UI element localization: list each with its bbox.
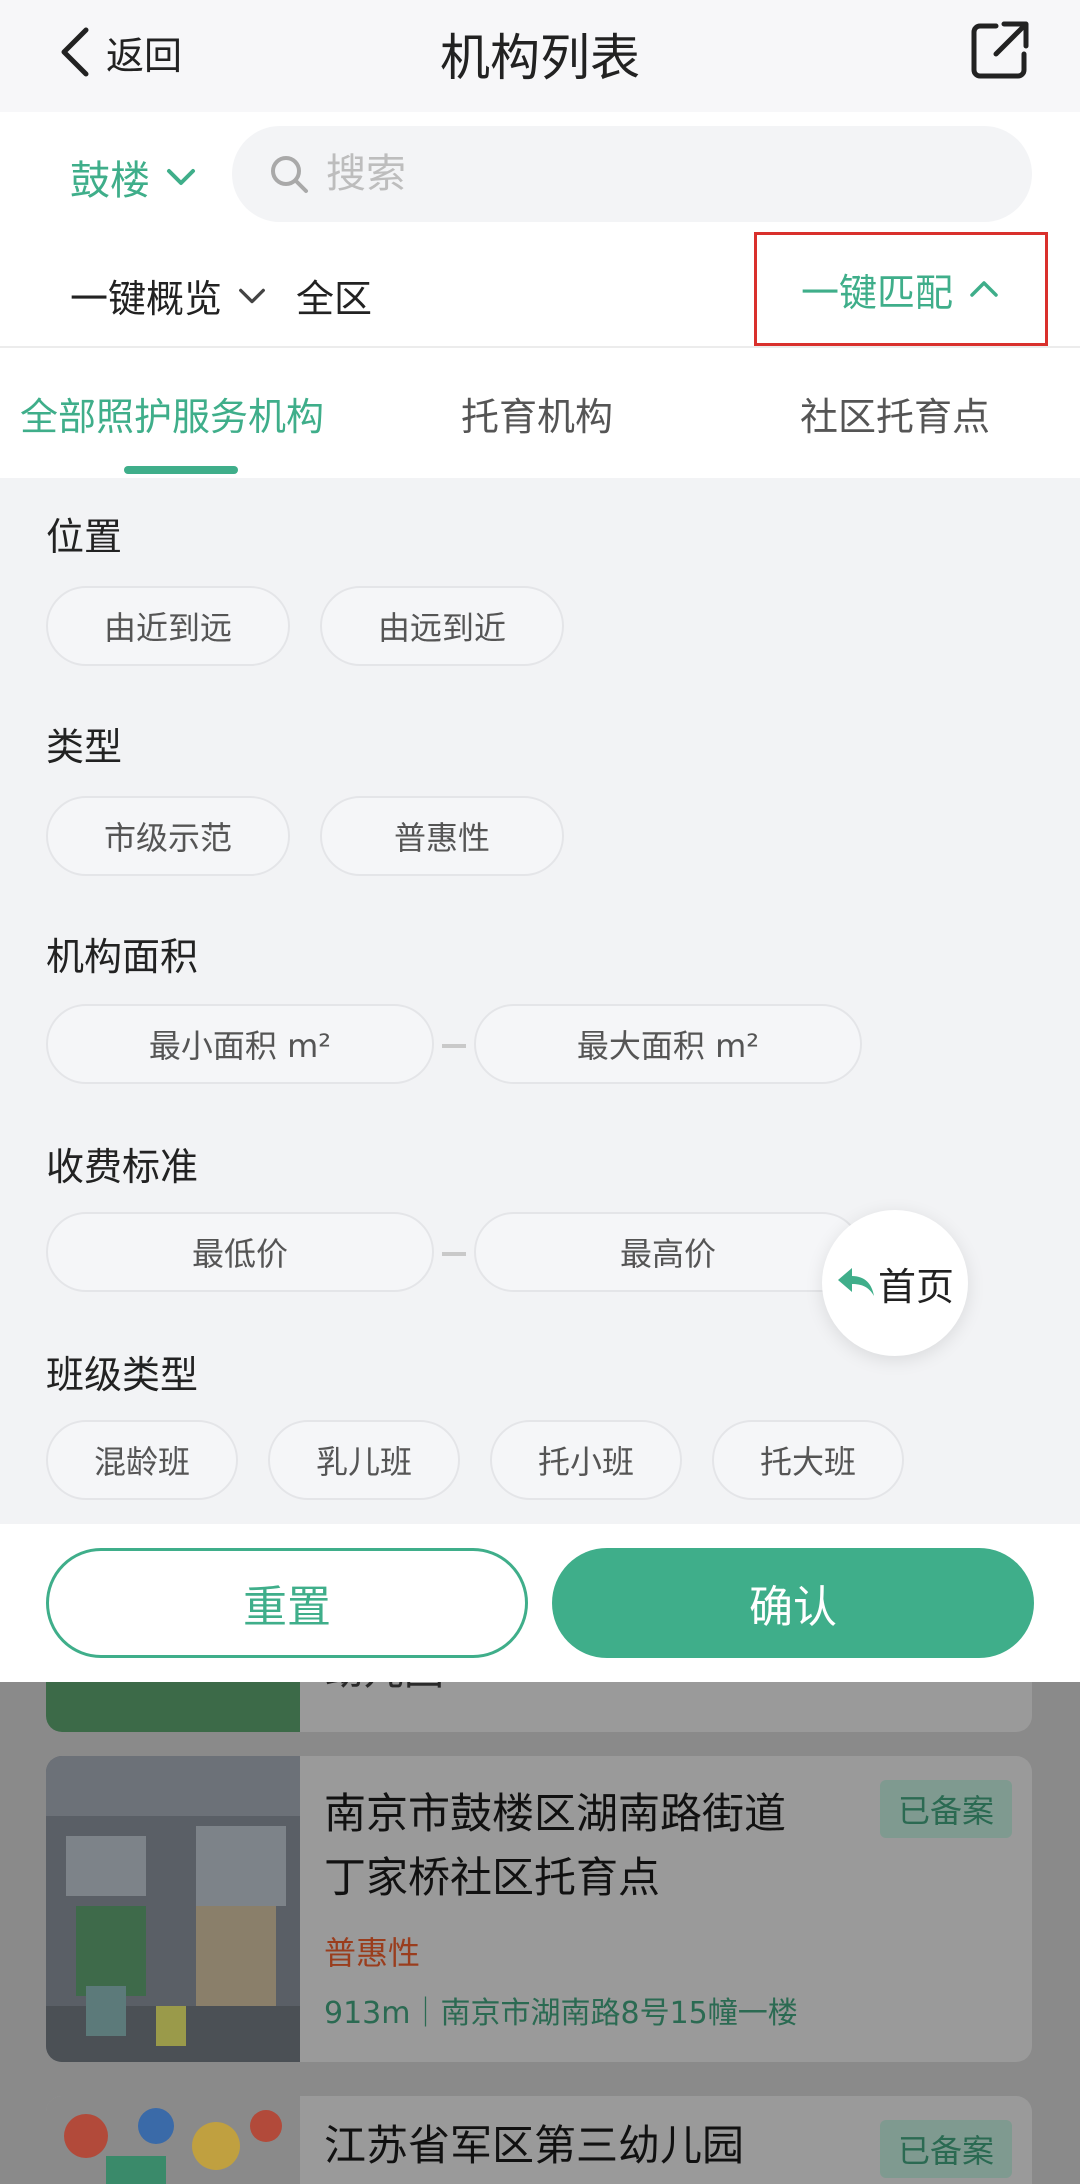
institution-list-overlay: 幼儿园 南京市鼓楼区湖南路街道 丁家桥社区托育点 已备案 普惠性 913m｜南京… xyxy=(0,1682,1080,2184)
category-tabs: 全部照护服务机构 托育机构 社区托育点 xyxy=(0,348,1080,478)
type-section-title: 类型 xyxy=(46,725,123,769)
chevron-up-icon xyxy=(970,281,998,297)
max-area-input[interactable]: 最大面积 m² xyxy=(474,1004,862,1084)
status-badge: 已备案 xyxy=(879,2120,1012,2178)
size-section-title: 机构面积 xyxy=(46,935,199,979)
institution-name: 幼儿园 xyxy=(324,1682,444,1696)
institution-name-line2: 丁家桥社区托育点 xyxy=(324,1853,661,1902)
confirm-button[interactable]: 确认 xyxy=(552,1548,1034,1658)
match-label: 一键匹配 xyxy=(800,270,953,315)
status-badge: 已备案 xyxy=(879,1780,1012,1838)
class-option-toddler-small[interactable]: 托小班 xyxy=(490,1420,682,1500)
tab-community-childcare[interactable]: 社区托育点 xyxy=(800,386,990,441)
chevron-down-icon xyxy=(167,169,195,185)
page-title: 机构列表 xyxy=(440,29,640,87)
institution-photo xyxy=(46,1682,300,1732)
fee-section-title: 收费标准 xyxy=(46,1145,199,1189)
district-label: 鼓楼 xyxy=(70,158,150,204)
filter-panel: 位置 由近到远 由远到近 类型 市级示范 普惠性 机构面积 最小面积 m² 最大… xyxy=(0,478,1080,1524)
list-item[interactable]: 幼儿园 xyxy=(46,1682,1032,1732)
chevron-down-icon xyxy=(239,288,265,303)
location-option-far-to-near[interactable]: 由远到近 xyxy=(320,586,564,666)
location-option-near-to-far[interactable]: 由近到远 xyxy=(46,586,290,666)
area-filter[interactable]: 全区 xyxy=(296,268,372,323)
institution-name: 江苏省军区第三幼儿园 xyxy=(324,2121,745,2170)
institution-name: 南京市鼓楼区湖南路街道 xyxy=(324,1789,787,1838)
location-section-title: 位置 xyxy=(46,515,123,559)
institution-tag: 普惠性 xyxy=(324,1934,421,1972)
type-option-inclusive[interactable]: 普惠性 xyxy=(320,796,564,876)
class-option-mixed-age[interactable]: 混龄班 xyxy=(46,1420,238,1500)
class-option-toddler-large[interactable]: 托大班 xyxy=(712,1420,904,1500)
list-item[interactable]: 江苏省军区第三幼儿园 已备案 xyxy=(46,2096,1032,2184)
class-option-infant[interactable]: 乳儿班 xyxy=(268,1420,460,1500)
search-box[interactable] xyxy=(232,126,1032,222)
tab-childcare-institutions[interactable]: 托育机构 xyxy=(461,386,613,441)
tab-all-services[interactable]: 全部照护服务机构 xyxy=(20,386,324,441)
range-dash xyxy=(442,1252,466,1256)
one-click-match-button[interactable]: 一键匹配 xyxy=(754,232,1048,346)
reply-arrow-icon xyxy=(837,1268,874,1296)
institution-photo xyxy=(46,2096,300,2184)
district-selector[interactable]: 鼓楼 xyxy=(70,148,198,206)
filter-bar: 一键概览 全区 一键匹配 xyxy=(0,232,1080,348)
range-dash xyxy=(442,1044,466,1048)
home-float-button[interactable]: 首页 xyxy=(822,1210,968,1356)
reset-button[interactable]: 重置 xyxy=(46,1548,528,1658)
min-price-input[interactable]: 最低价 xyxy=(46,1212,434,1292)
search-input[interactable] xyxy=(326,151,926,197)
action-bar: 重置 确认 xyxy=(0,1524,1080,1682)
search-row: 鼓楼 xyxy=(0,112,1080,232)
nav-bar: 返回 机构列表 xyxy=(0,0,1080,112)
list-item[interactable]: 南京市鼓楼区湖南路街道 丁家桥社区托育点 已备案 普惠性 913m｜南京市湖南路… xyxy=(46,1756,1032,2062)
institution-address: 913m｜南京市湖南路8号15幢一楼 xyxy=(324,1996,798,2031)
max-price-input[interactable]: 最高价 xyxy=(474,1212,862,1292)
min-area-input[interactable]: 最小面积 m² xyxy=(46,1004,434,1084)
overview-dropdown[interactable]: 一键概览 xyxy=(70,268,268,323)
active-tab-indicator xyxy=(124,466,238,474)
type-option-city-demo[interactable]: 市级示范 xyxy=(46,796,290,876)
class-type-section-title: 班级类型 xyxy=(46,1353,199,1397)
overview-label: 一键概览 xyxy=(70,277,223,321)
external-link-icon[interactable] xyxy=(968,18,1032,82)
institution-photo xyxy=(46,1756,300,2062)
home-label: 首页 xyxy=(877,1264,954,1309)
search-icon xyxy=(271,156,308,193)
